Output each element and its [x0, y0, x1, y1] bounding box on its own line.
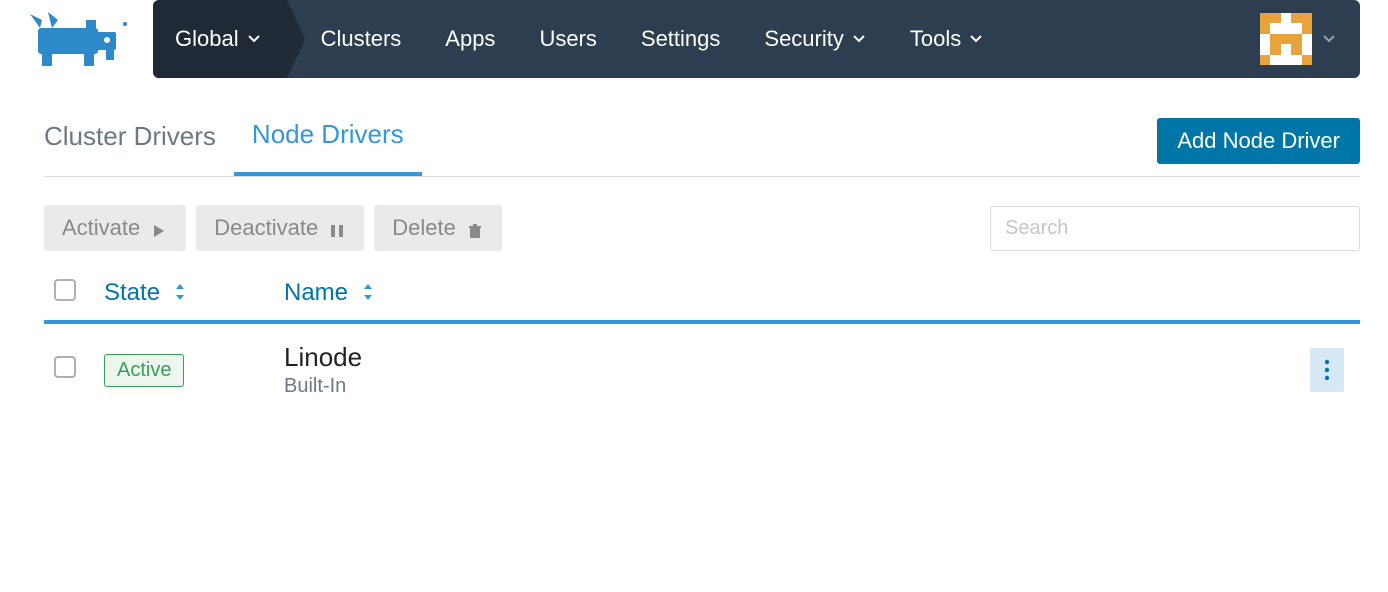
trash-icon: [466, 219, 484, 237]
pause-icon: [328, 219, 346, 237]
row-checkbox[interactable]: [54, 356, 76, 378]
row-subtitle: Built-In: [284, 375, 1290, 398]
nav-label: Users: [539, 26, 596, 52]
select-all-checkbox[interactable]: [54, 279, 76, 301]
col-name[interactable]: Name: [274, 267, 1300, 322]
nav-settings[interactable]: Settings: [619, 0, 743, 78]
chevron-down-icon: [247, 32, 261, 46]
col-state[interactable]: State: [94, 267, 274, 322]
activate-label: Activate: [62, 215, 140, 241]
nav-apps[interactable]: Apps: [423, 0, 517, 78]
deactivate-label: Deactivate: [214, 215, 318, 241]
user-menu[interactable]: [1248, 0, 1360, 78]
col-name-label: Name: [284, 279, 348, 306]
avatar-icon: [1260, 13, 1312, 65]
content-area: Cluster Drivers Node Drivers Add Node Dr…: [0, 78, 1388, 416]
nav-label: Tools: [910, 26, 961, 52]
row-name: Linode: [284, 342, 1290, 373]
nav-label: Settings: [641, 26, 721, 52]
logo[interactable]: [28, 0, 153, 78]
nav-global-label: Global: [175, 26, 239, 52]
vertical-dots-icon: [1324, 359, 1330, 381]
sort-icon: [361, 280, 375, 308]
delete-button[interactable]: Delete: [374, 205, 502, 251]
nav-spacer: [1005, 0, 1248, 78]
nav-bar: Global Clusters Apps Users Settings Secu…: [153, 0, 1360, 78]
col-checkbox: [44, 267, 94, 322]
toolbar: Activate Deactivate Delete: [44, 177, 1360, 267]
sort-icon: [173, 280, 187, 308]
tab-cluster-drivers[interactable]: Cluster Drivers: [44, 121, 234, 174]
row-actions-menu[interactable]: [1310, 348, 1344, 392]
activate-button[interactable]: Activate: [44, 205, 186, 251]
table-row: Active Linode Built-In: [44, 322, 1360, 416]
tabs-row: Cluster Drivers Node Drivers Add Node Dr…: [44, 118, 1360, 177]
nav-tools[interactable]: Tools: [888, 0, 1005, 78]
chevron-down-icon: [1322, 32, 1336, 46]
tab-node-drivers[interactable]: Node Drivers: [234, 119, 422, 176]
search-input[interactable]: [990, 206, 1360, 251]
play-icon: [150, 219, 168, 237]
cow-logo-icon: [28, 10, 133, 68]
add-node-driver-button[interactable]: Add Node Driver: [1157, 118, 1360, 164]
chevron-down-icon: [969, 32, 983, 46]
nav-global[interactable]: Global: [153, 0, 287, 78]
drivers-table: State Name A: [44, 267, 1360, 416]
nav-security[interactable]: Security: [742, 0, 887, 78]
col-actions: [1300, 267, 1360, 322]
top-nav: Global Clusters Apps Users Settings Secu…: [0, 0, 1388, 78]
nav-label: Clusters: [321, 26, 402, 52]
nav-label: Apps: [445, 26, 495, 52]
nav-clusters[interactable]: Clusters: [287, 0, 424, 78]
status-badge: Active: [104, 354, 184, 387]
col-state-label: State: [104, 279, 160, 306]
chevron-down-icon: [852, 32, 866, 46]
nav-label: Security: [764, 26, 843, 52]
deactivate-button[interactable]: Deactivate: [196, 205, 364, 251]
nav-users[interactable]: Users: [517, 0, 618, 78]
delete-label: Delete: [392, 215, 456, 241]
